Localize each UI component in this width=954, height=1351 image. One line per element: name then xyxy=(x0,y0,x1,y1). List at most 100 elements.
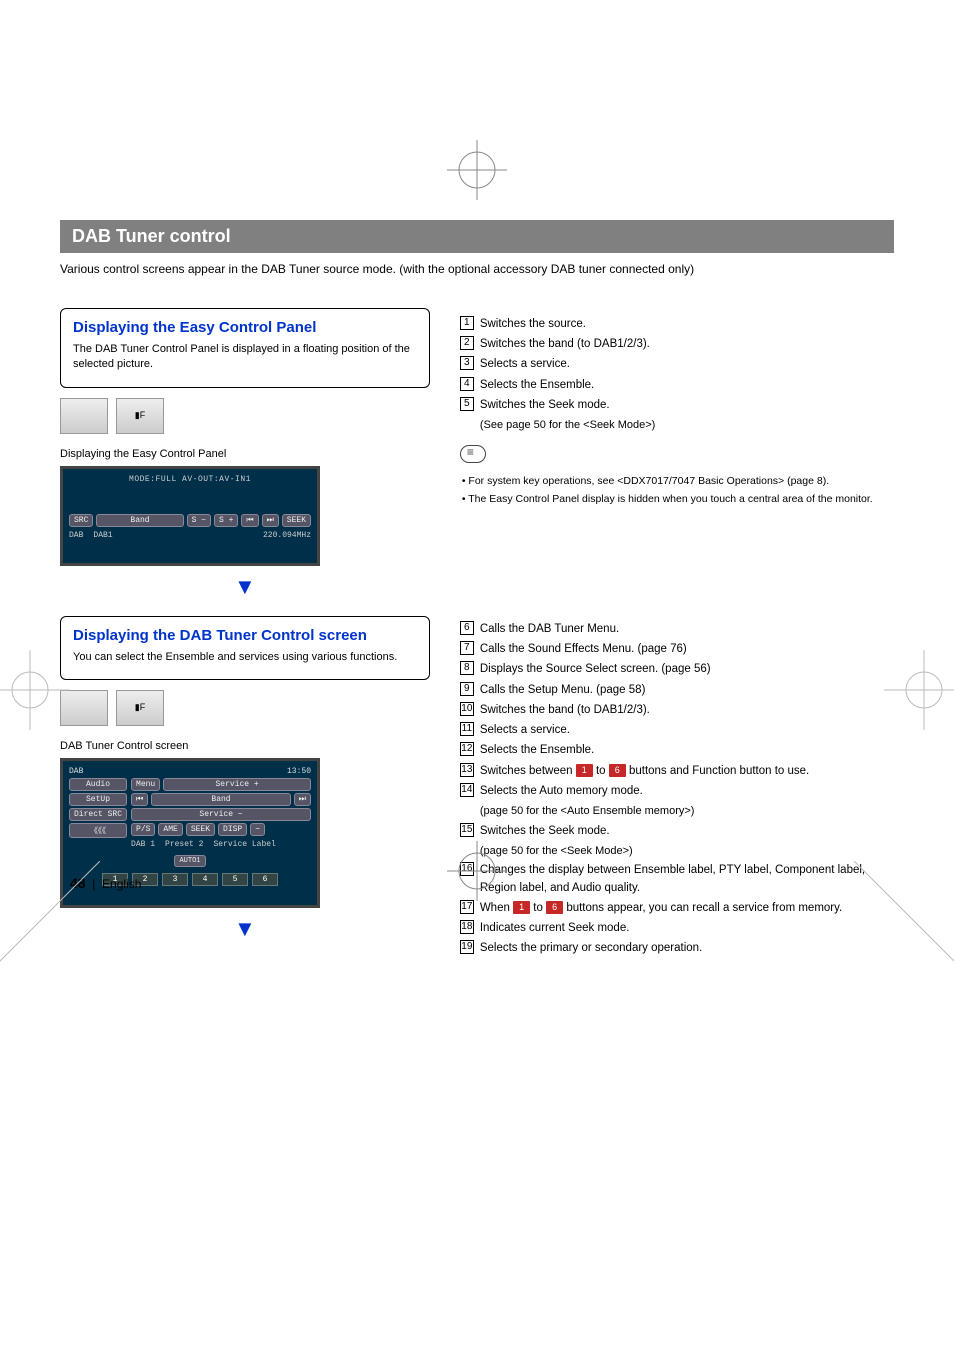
note-text: For system key operations, see <DDX7017/… xyxy=(462,474,894,489)
easy-panel-sim: MODE:FULL AV-OUT:AV-IN1 SRC Band S − S +… xyxy=(60,466,320,566)
prev-button[interactable]: ⏮ xyxy=(131,793,148,806)
easy-panel-screen-label: Displaying the Easy Control Panel xyxy=(60,448,430,460)
intro-text: Various control screens appear in the DA… xyxy=(60,261,894,278)
band-button[interactable]: Band xyxy=(151,793,291,806)
num-label: 6 xyxy=(460,621,474,635)
menu-col: Audio SetUp Direct SRC 《《《 xyxy=(69,778,127,849)
setup-button[interactable]: SetUp xyxy=(69,793,127,806)
desc-text: Switches the band (to DAB1/2/3). xyxy=(480,702,894,719)
disp-button[interactable]: DISP xyxy=(218,823,247,836)
thumb-image: ▮F xyxy=(116,398,164,434)
thumb-image: ▮F xyxy=(116,690,164,726)
num-label: 9 xyxy=(460,682,474,696)
service-plus-button[interactable]: Service + xyxy=(163,778,311,791)
desc-text: When 1 to 6 buttons appear, you can reca… xyxy=(480,900,894,917)
preset-token: 6 xyxy=(609,764,626,777)
num-label: 18 xyxy=(460,920,474,934)
desc-text: Displays the Source Select screen. (page… xyxy=(480,661,894,678)
num-label: 5 xyxy=(460,397,474,411)
preset-button[interactable]: 5 xyxy=(222,873,248,886)
num-label: 12 xyxy=(460,742,474,756)
num-label: 3 xyxy=(460,356,474,370)
next-button[interactable]: ⏭ xyxy=(294,793,311,806)
desc-text: Calls the DAB Tuner Menu. xyxy=(480,621,894,638)
dab-control-title: Displaying the DAB Tuner Control screen xyxy=(73,627,417,644)
num-label: 4 xyxy=(460,377,474,391)
easy-btn-row: SRC Band S − S + ⏮ ⏭ SEEK xyxy=(69,514,311,527)
ame-button[interactable]: AME xyxy=(158,823,182,836)
s-minus-button[interactable]: S − xyxy=(187,514,211,527)
page-footer: 48 | English xyxy=(70,875,141,891)
num-label: 1 xyxy=(460,316,474,330)
preset-token: 1 xyxy=(513,901,530,914)
num-label: 8 xyxy=(460,661,474,675)
desc-text: Calls the Setup Menu. (page 58) xyxy=(480,682,894,699)
easy-info-row: DAB DAB1 220.094MHz xyxy=(69,531,311,540)
num-label: 11 xyxy=(460,722,474,736)
desc-subtext: (page 50 for the <Auto Ensemble memory>) xyxy=(480,803,695,820)
desc-text: Switches between 1 to 6 buttons and Func… xyxy=(480,763,894,780)
page-title-bar: DAB Tuner control xyxy=(60,220,894,253)
num-label: 14 xyxy=(460,783,474,797)
desc-text: Switches the Seek mode. xyxy=(480,823,894,840)
ps-button[interactable]: P/S xyxy=(131,823,155,836)
desc-text: Calls the Sound Effects Menu. (page 76) xyxy=(480,641,894,658)
desc-subtext: (See page 50 for the <Seek Mode>) xyxy=(480,417,656,434)
s-plus-button[interactable]: S + xyxy=(214,514,238,527)
page-number: 48 xyxy=(70,875,86,891)
seek-indicator: AUTO1 xyxy=(174,855,205,867)
num-label: 7 xyxy=(460,641,474,655)
src-button[interactable]: SRC xyxy=(69,514,93,527)
dab-control-section: Displaying the DAB Tuner Control screen … xyxy=(60,616,430,680)
desc-text: Switches the band (to DAB1/2/3). xyxy=(480,336,894,353)
menu-button[interactable]: Menu xyxy=(131,778,160,791)
easy-notes: For system key operations, see <DDX7017/… xyxy=(460,474,894,507)
audio-button[interactable]: Audio xyxy=(69,778,127,791)
page-title: DAB Tuner control xyxy=(72,226,231,246)
preset-button[interactable]: 6 xyxy=(252,873,278,886)
dab-control-sub: You can select the Ensemble and services… xyxy=(73,650,417,665)
src-name: DAB xyxy=(69,531,83,540)
preset-value: Preset 2 xyxy=(165,840,203,849)
clock: 13:50 xyxy=(287,767,311,776)
down-arrow-icon: ▼ xyxy=(60,916,430,942)
seek-button[interactable]: SEEK xyxy=(282,514,311,527)
desc-text: Selects the Auto memory mode. xyxy=(480,783,894,800)
desc-text: Changes the display between Ensemble lab… xyxy=(480,862,894,897)
fold-button[interactable]: 《《《 xyxy=(69,823,127,838)
seek-button[interactable]: SEEK xyxy=(186,823,215,836)
preset-token: 6 xyxy=(546,901,563,914)
thumb-image xyxy=(60,690,108,726)
preset-button[interactable]: 4 xyxy=(192,873,218,886)
desc-text: Selects the Ensemble. xyxy=(480,377,894,394)
minus-button[interactable]: − xyxy=(250,823,265,836)
dab-info: DAB 1 Preset 2 Service Label xyxy=(131,840,311,849)
freq-value: 220.094MHz xyxy=(263,531,311,540)
note-text: The Easy Control Panel display is hidden… xyxy=(462,492,894,507)
down-arrow-icon: ▼ xyxy=(60,574,430,600)
mode-line: MODE:FULL AV-OUT:AV-IN1 xyxy=(69,475,311,484)
num-label: 17 xyxy=(460,900,474,914)
band-value: DAB 1 xyxy=(131,840,155,849)
next-button[interactable]: ⏭ xyxy=(262,514,279,527)
easy-desc-list: 1Switches the source. 2Switches the band… xyxy=(460,316,894,434)
easy-panel-title: Displaying the Easy Control Panel xyxy=(73,319,417,336)
src-name: DAB xyxy=(69,767,83,776)
dab-control-screen-label: DAB Tuner Control screen xyxy=(60,740,430,752)
prev-button[interactable]: ⏮ xyxy=(241,514,258,527)
band-button[interactable]: Band xyxy=(96,514,183,527)
thumb-image xyxy=(60,398,108,434)
num-label: 19 xyxy=(460,940,474,954)
band-value: DAB1 xyxy=(93,531,112,540)
easy-panel-sub: The DAB Tuner Control Panel is displayed… xyxy=(73,342,417,373)
direct-src-button[interactable]: Direct SRC xyxy=(69,808,127,821)
footer-sep: | xyxy=(92,877,95,891)
desc-subtext: (page 50 for the <Seek Mode>) xyxy=(480,843,633,860)
registration-mark-top xyxy=(447,140,507,200)
desc-text: Switches the source. xyxy=(480,316,894,333)
desc-text: Indicates current Seek mode. xyxy=(480,920,894,937)
footer-lang: English xyxy=(102,877,141,891)
service-minus-button[interactable]: Service − xyxy=(131,808,311,821)
preset-button[interactable]: 3 xyxy=(162,873,188,886)
service-label: Service Label xyxy=(213,840,275,849)
